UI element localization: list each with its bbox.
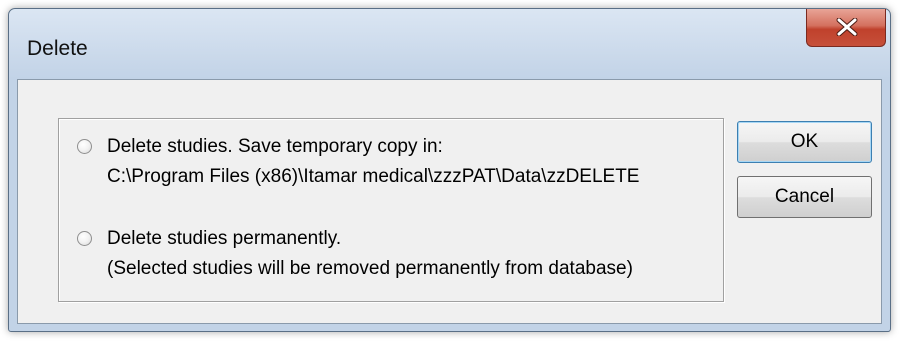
temporary-copy-path: C:\Program Files (x86)\Itamar medical\zz… xyxy=(107,166,640,187)
delete-options-group: Delete studies. Save temporary copy in: … xyxy=(58,118,724,302)
title-bar[interactable]: Delete xyxy=(9,9,890,81)
close-icon xyxy=(836,18,858,36)
close-button[interactable] xyxy=(806,9,886,47)
radio-delete-permanently[interactable] xyxy=(77,231,92,246)
option-save-temporary-label[interactable]: Delete studies. Save temporary copy in: xyxy=(107,133,443,161)
option-delete-permanently-label[interactable]: Delete studies permanently. xyxy=(107,225,341,253)
delete-dialog: Delete Delete studies. Save temporary co… xyxy=(8,8,891,332)
radio-save-temporary[interactable] xyxy=(77,139,92,154)
ok-button[interactable]: OK xyxy=(737,121,872,163)
dialog-body: Delete studies. Save temporary copy in: … xyxy=(17,79,882,324)
permanent-delete-note: (Selected studies will be removed perman… xyxy=(107,258,633,279)
dialog-title: Delete xyxy=(27,37,88,60)
cancel-button[interactable]: Cancel xyxy=(737,176,872,218)
